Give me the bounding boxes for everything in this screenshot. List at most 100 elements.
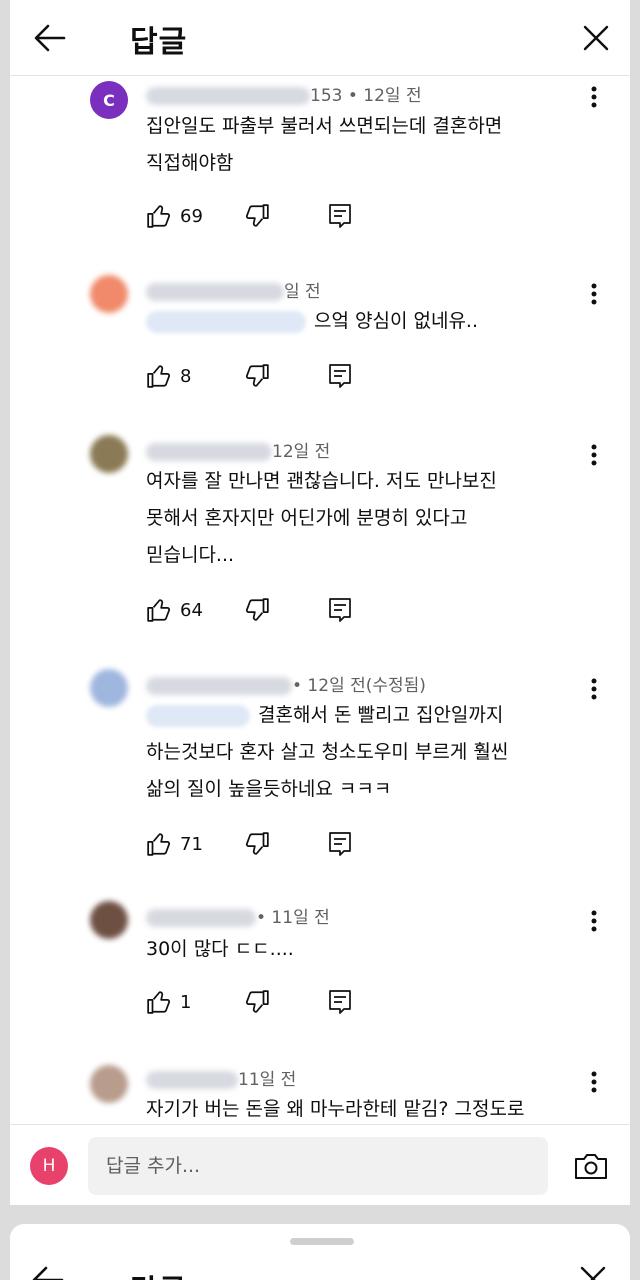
redacted-username (146, 443, 272, 461)
comment-icon (329, 832, 351, 856)
reply-line: 여자를 잘 만나면 괜찮습니다. 저도 만나보진 (146, 470, 497, 492)
like-count: 71 (180, 833, 203, 855)
reply-text: 30이 많다 ㄷㄷ.... (146, 931, 576, 968)
reply-meta: 12일 전 (146, 437, 330, 462)
reply-meta: 일 전 (146, 277, 321, 302)
reply-line: 직접해야함 (146, 152, 234, 174)
reply-text: 으엌 양심이 없네유.. (146, 303, 576, 340)
more-vert-icon (591, 86, 597, 108)
like-count: 69 (180, 205, 203, 227)
replies-panel: 답글 C 153 • 12일 전 집안일도 파출부 불러서 쓰면되는데 결혼하면… (10, 0, 630, 1205)
redacted-username (146, 1071, 238, 1089)
like-button[interactable]: 71 (146, 831, 204, 857)
reply-line: 삶의 질이 높을듯하네요 ㅋㅋㅋ (146, 778, 392, 800)
close-button[interactable] (578, 20, 614, 56)
reply-actions: 8 (146, 361, 352, 391)
reply-actions: 1 (146, 987, 352, 1017)
thumbs-up-icon (147, 833, 171, 856)
like-button[interactable]: 1 (146, 989, 204, 1015)
more-options-button[interactable] (582, 1067, 606, 1097)
dislike-button[interactable] (244, 363, 270, 389)
reply-meta-text: • 12일 전(수정됨) (292, 676, 426, 696)
avatar[interactable] (90, 435, 128, 473)
thumbs-down-icon (245, 598, 269, 621)
reply-button[interactable] (328, 203, 352, 229)
more-vert-icon (591, 910, 597, 932)
page-title: 답글 (130, 1266, 187, 1280)
more-vert-icon (591, 678, 597, 700)
reply-meta-text: 일 전 (284, 282, 321, 302)
like-button[interactable]: 64 (146, 597, 204, 623)
avatar[interactable]: C (90, 81, 128, 119)
more-vert-icon (591, 283, 597, 305)
reply-meta: • 11일 전 (146, 903, 330, 928)
avatar[interactable] (90, 901, 128, 939)
reply-line: 믿습니다... (146, 544, 235, 566)
arrow-left-icon (32, 1266, 64, 1280)
thumbs-up-icon (147, 991, 171, 1014)
more-vert-icon (591, 444, 597, 466)
thumbs-down-icon (245, 364, 269, 387)
comment-icon (329, 204, 351, 228)
reply-meta: 153 • 12일 전 (146, 81, 422, 106)
redacted-username (146, 677, 292, 695)
reply-meta: • 12일 전(수정됨) (146, 671, 426, 696)
user-avatar: H (30, 1147, 68, 1185)
reply-actions: 69 (146, 201, 352, 231)
replies-header: 답글 (10, 0, 630, 76)
redacted-username (146, 283, 284, 301)
reply-meta-text: • 11일 전 (256, 908, 330, 928)
more-options-button[interactable] (582, 674, 606, 704)
back-button[interactable] (30, 20, 70, 56)
redacted-username (146, 87, 310, 105)
reply-text: 여자를 잘 만나면 괜찮습니다. 저도 만나보진못해서 혼자지만 어딘가에 분명… (146, 463, 576, 574)
reply-button[interactable] (328, 831, 352, 857)
reply-button[interactable] (328, 363, 352, 389)
comment-icon (329, 364, 351, 388)
drag-handle[interactable] (290, 1238, 354, 1245)
reply-actions: 71 (146, 829, 352, 859)
like-button[interactable]: 69 (146, 203, 204, 229)
like-count: 64 (180, 599, 203, 621)
dislike-button[interactable] (244, 203, 270, 229)
redacted-mention[interactable] (146, 310, 306, 333)
dislike-button[interactable] (244, 831, 270, 857)
avatar[interactable] (90, 275, 128, 313)
reply-composer: H (10, 1124, 630, 1205)
redacted-mention[interactable] (146, 704, 250, 727)
close-button[interactable] (580, 1266, 606, 1280)
avatar[interactable] (90, 669, 128, 707)
reply-meta-text: 11일 전 (238, 1070, 297, 1090)
reply-line: 결혼해서 돈 빨리고 집안일까지 (146, 697, 576, 734)
reply-line-text: 결혼해서 돈 빨리고 집안일까지 (258, 704, 504, 726)
more-options-button[interactable] (582, 440, 606, 470)
avatar-letter: C (103, 90, 115, 110)
thumbs-up-icon (147, 205, 171, 228)
next-screenshot-panel: 답글 (10, 1224, 630, 1280)
thumbs-up-icon (147, 599, 171, 622)
more-options-button[interactable] (582, 906, 606, 936)
add-reply-input[interactable] (88, 1137, 548, 1195)
dislike-button[interactable] (244, 597, 270, 623)
dislike-button[interactable] (244, 989, 270, 1015)
reply-line: 자기가 버는 돈을 왜 마누라한테 맡김? 그정도로 (146, 1098, 525, 1120)
thumbs-up-icon (147, 365, 171, 388)
camera-icon (575, 1154, 607, 1179)
more-options-button[interactable] (582, 279, 606, 309)
like-count: 1 (180, 991, 192, 1013)
reply-text: 집안일도 파출부 불러서 쓰면되는데 결혼하면 직접해야함 (146, 108, 576, 182)
avatar[interactable] (90, 1065, 128, 1103)
more-options-button[interactable] (582, 82, 606, 112)
reply-line: 못해서 혼자지만 어딘가에 분명히 있다고 (146, 507, 468, 529)
reply-line: 30이 많다 ㄷㄷ.... (146, 938, 294, 960)
reply-button[interactable] (328, 989, 352, 1015)
redacted-username (146, 909, 256, 927)
like-button[interactable]: 8 (146, 363, 204, 389)
thumbs-down-icon (245, 204, 269, 227)
reply-line: 하는것보다 혼자 살고 청소도우미 부르게 훨씬 (146, 741, 509, 763)
camera-button[interactable] (572, 1147, 610, 1185)
reply-button[interactable] (328, 597, 352, 623)
back-button[interactable] (32, 1266, 64, 1280)
reply-actions: 64 (146, 595, 352, 625)
thumbs-down-icon (245, 990, 269, 1013)
